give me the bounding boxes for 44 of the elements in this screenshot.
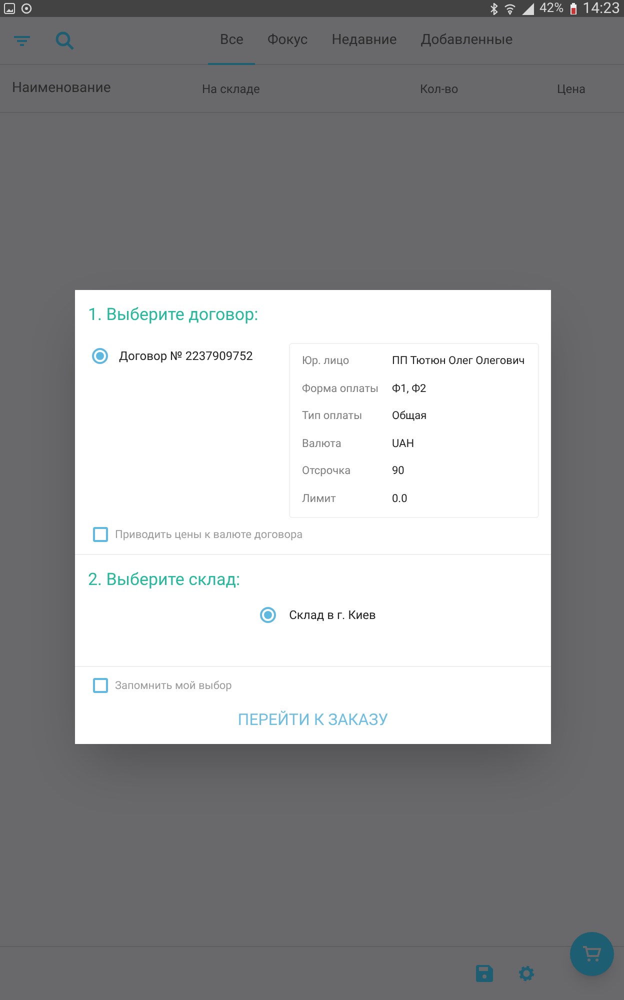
bluetooth-icon: [490, 2, 498, 14]
go-to-order-button[interactable]: ПЕРЕЙТИ К ЗАКАЗУ: [230, 704, 396, 736]
warehouse-label[interactable]: Склад в г. Киев: [289, 606, 376, 624]
cart-button[interactable]: [570, 932, 614, 976]
section-title: 2. Выберите склад:: [87, 569, 242, 592]
tab[interactable]: Фокус: [255, 17, 320, 65]
save-icon[interactable]: [476, 965, 493, 982]
wifi-icon: [504, 2, 516, 14]
section-title: 1. Выберите договор:: [87, 304, 260, 327]
checkbox-label[interactable]: Приводить цены к валюте договора: [115, 526, 303, 543]
settings-icon[interactable]: [517, 964, 536, 983]
detail-value: ПП Тютюн Олег Олегович: [392, 353, 525, 369]
detail-label: Юр. лицо: [302, 353, 350, 369]
column-header: Наименование: [12, 79, 111, 98]
detail-value: 0.0: [392, 490, 408, 506]
detail-value: 90: [392, 463, 404, 479]
tab[interactable]: Добавленные: [408, 17, 525, 65]
filter-icon[interactable]: [14, 34, 30, 46]
column-header: На складе: [202, 80, 260, 98]
battery-icon: [570, 2, 577, 14]
detail-label: Лимит: [302, 490, 337, 506]
cart-icon: [583, 946, 601, 962]
checkbox[interactable]: [93, 527, 108, 542]
radio-button[interactable]: [92, 348, 108, 364]
signal-icon: [522, 2, 534, 14]
clock: 14:23: [582, 0, 620, 20]
detail-label: Форма оплаты: [302, 380, 380, 396]
detail-label: Тип оплаты: [302, 408, 364, 424]
checkbox-label[interactable]: Запомнить мой выбор: [115, 678, 232, 694]
column-header: Цена: [557, 80, 586, 98]
detail-label: Отсрочка: [302, 463, 352, 479]
search-icon[interactable]: [55, 30, 75, 50]
battery-level: 42%: [540, 0, 564, 18]
detail-value: UAH: [392, 436, 414, 452]
detail-label: Валюта: [302, 436, 342, 452]
image-icon: [4, 3, 15, 14]
contract-label[interactable]: Договор № 2237909752: [119, 346, 253, 364]
detail-value: Ф1, Ф2: [392, 380, 426, 396]
radio-button[interactable]: [260, 606, 276, 622]
checkbox[interactable]: [93, 678, 108, 694]
tab[interactable]: Недавние: [320, 17, 409, 65]
detail-value: Общая: [392, 408, 427, 424]
column-header: Кол-во: [420, 80, 458, 98]
tab[interactable]: Все: [208, 17, 256, 65]
